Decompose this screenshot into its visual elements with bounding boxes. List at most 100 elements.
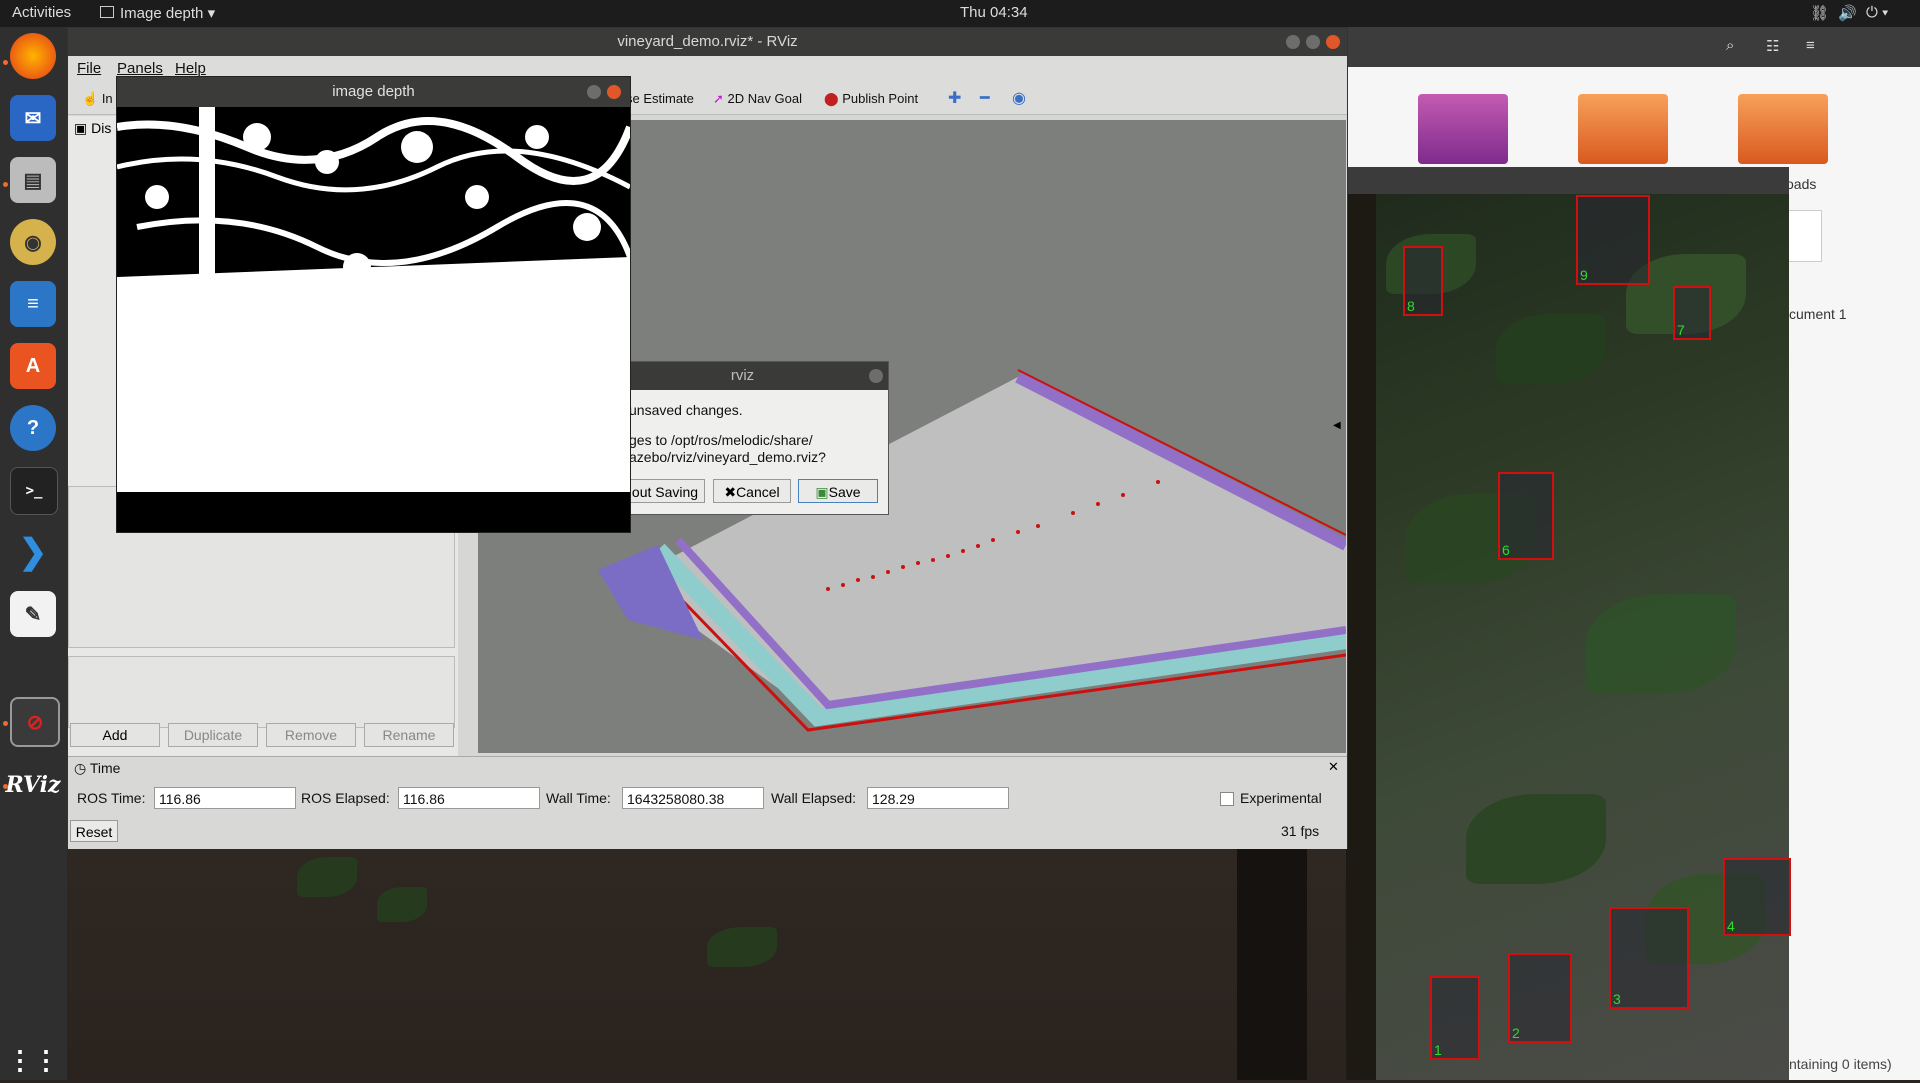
menu-panels[interactable]: Panels [117, 60, 163, 77]
experimental-label: Experimental [1240, 790, 1322, 806]
show-applications-icon[interactable]: ⋮⋮ [7, 1037, 59, 1083]
files-icon[interactable]: ▤ [10, 157, 56, 203]
cancel-icon: ✖ [724, 484, 737, 500]
document-icon[interactable] [1784, 210, 1822, 262]
status-label: ntaining 0 items) [1789, 1056, 1892, 1072]
image-icon [100, 6, 114, 18]
fps-label: 31 fps [1281, 823, 1320, 839]
nav-goal-tool[interactable]: ➚ 2D Nav Goal [713, 91, 802, 107]
close-icon[interactable] [607, 85, 621, 99]
close-icon[interactable] [1326, 35, 1340, 49]
software-icon[interactable]: A [10, 343, 56, 389]
duplicate-button[interactable]: Duplicate [168, 723, 258, 747]
running-indicator [3, 182, 8, 187]
cancel-button[interactable]: ✖Cancel [713, 479, 791, 503]
close-panel-icon[interactable]: ✕ [1328, 759, 1339, 775]
close-icon[interactable] [869, 369, 883, 383]
leaf [297, 857, 357, 897]
grape-detection-box: 9 [1576, 195, 1650, 285]
menu-file[interactable]: File [77, 60, 101, 77]
wall-time-field[interactable]: 1643258080.38 [622, 787, 764, 809]
rhythmbox-icon[interactable]: ◉ [10, 219, 56, 265]
rviz-icon[interactable]: RViz [5, 762, 60, 808]
minimize-icon[interactable] [1286, 35, 1300, 49]
documents-folder-icon[interactable] [1578, 94, 1668, 164]
publish-point-tool[interactable]: ⬤ Publish Point [824, 91, 918, 107]
firefox-icon[interactable] [10, 33, 56, 79]
camera-view [1346, 194, 1789, 1080]
view-options-icon[interactable]: ☷ [1766, 37, 1779, 55]
grape-detection-box: 8 [1403, 246, 1443, 316]
folder-icon[interactable] [1418, 94, 1508, 164]
power-icon[interactable]: ⏻ ▾ [1866, 4, 1888, 21]
experimental-checkbox[interactable] [1220, 792, 1234, 806]
running-indicator [3, 721, 8, 726]
pin-icon: ⬤ [824, 91, 839, 106]
help-icon[interactable]: ? [10, 405, 56, 451]
downloads-folder-icon[interactable] [1738, 94, 1828, 164]
grape-detection-box: 3 [1609, 907, 1689, 1009]
displays-label: Dis [91, 120, 112, 136]
monitor-icon: ▣ [74, 120, 88, 136]
image-depth-title: image depth [332, 83, 415, 100]
thunderbird-icon[interactable]: ✉ [10, 95, 56, 141]
top-bar: Activities Image depth ▾ Thu 04:34 ⛓ 🔊 ⏻… [0, 0, 1920, 27]
dialog-title: rviz [730, 367, 755, 384]
clock[interactable]: Thu 04:34 [960, 4, 1028, 21]
displays-panel-title: ▣ Dis [74, 120, 111, 137]
grape-detection-box: 7 [1673, 286, 1711, 340]
maximize-icon[interactable] [1306, 35, 1320, 49]
pose-estimate-tool[interactable]: se Estimate [626, 91, 694, 106]
network-icon[interactable]: ⛓ [1810, 4, 1829, 22]
document-label[interactable]: cument 1 [1789, 306, 1847, 322]
time-panel: ◷ Time ✕ ROS Time: 116.86 ROS Elapsed: 1… [68, 756, 1347, 849]
add-tool-icon[interactable]: ✚ [948, 88, 961, 108]
save-icon: ▣ [815, 484, 829, 500]
reset-button[interactable]: Reset [70, 820, 118, 842]
dialog-message-line1: unsaved changes. [629, 402, 743, 418]
menu-icon[interactable]: ≡ [1806, 37, 1815, 54]
properties-area [68, 656, 455, 728]
collapse-arrow-icon[interactable]: ◀ [1333, 420, 1341, 431]
writer-icon[interactable]: ≡ [10, 281, 56, 327]
search-icon[interactable]: ⌕ [1726, 37, 1734, 54]
dialog-titlebar[interactable]: rviz [597, 362, 888, 390]
volume-icon[interactable]: 🔊 [1838, 4, 1857, 22]
arrow-icon: ➚ [713, 91, 724, 106]
downloads-label[interactable]: oads [1786, 176, 1816, 192]
camera-window-titlebar [1346, 167, 1789, 194]
vine-trunk [1237, 847, 1307, 1080]
menu-help[interactable]: Help [175, 60, 206, 77]
ros-time-field[interactable]: 116.86 [154, 787, 296, 809]
camera-type-icon[interactable]: ◉ [1012, 88, 1026, 108]
remove-tool-icon[interactable]: ━ [980, 88, 990, 108]
vscode-icon[interactable]: ❯ [10, 529, 56, 575]
image-depth-titlebar[interactable]: image depth [117, 77, 630, 107]
remove-button[interactable]: Remove [266, 723, 356, 747]
rviz-titlebar[interactable]: vineyard_demo.rviz* - RViz [68, 28, 1347, 56]
window-title: vineyard_demo.rviz* - RViz [617, 33, 798, 50]
text-editor-icon[interactable]: ✎ [10, 591, 56, 637]
leaf [377, 887, 427, 922]
wall-elapsed-field[interactable]: 128.29 [867, 787, 1009, 809]
save-button[interactable]: ▣Save [798, 479, 878, 503]
rename-button[interactable]: Rename [364, 723, 454, 747]
depth-image-upper [117, 107, 630, 322]
close-without-saving-button[interactable]: out Saving [625, 479, 705, 503]
depth-image-lower [117, 322, 630, 492]
activities-button[interactable]: Activities [12, 4, 71, 21]
add-button[interactable]: Add [70, 723, 160, 747]
grape-detection-box: 6 [1498, 472, 1554, 560]
ros-elapsed-field[interactable]: 116.86 [398, 787, 540, 809]
terminal-icon[interactable]: >_ [10, 467, 58, 515]
grape-detection-box: 2 [1508, 953, 1572, 1043]
minimize-icon[interactable] [587, 85, 601, 99]
interact-tool[interactable]: ☝ In [82, 91, 113, 107]
app-menu[interactable]: Image depth ▾ [100, 4, 215, 22]
running-indicator [3, 60, 8, 65]
dock: ✉ ▤ ◉ ≡ A ? >_ ❯ ✎ ⊘ RViz ⋮⋮ [0, 27, 67, 1080]
gazebo-icon[interactable]: ⊘ [10, 697, 60, 747]
cancel-label: Cancel [736, 484, 780, 500]
leaf [1466, 794, 1606, 884]
leaf [707, 927, 777, 967]
